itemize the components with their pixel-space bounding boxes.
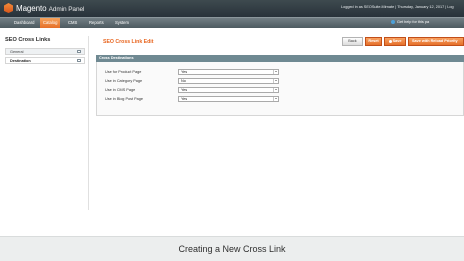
category-page-select[interactable]: No xyxy=(178,77,279,84)
field-label: Use in Blog Post Page xyxy=(105,96,143,101)
save-icon xyxy=(388,39,392,43)
magento-logo-icon xyxy=(4,3,13,13)
cross-destinations-fieldset: Use for Product Page Yes Use in Category… xyxy=(96,62,464,116)
field-label: Use in Category Page xyxy=(105,78,143,83)
tab-state-icon xyxy=(77,59,81,63)
select-value: Yes xyxy=(181,88,188,92)
product-page-select[interactable]: Yes xyxy=(178,68,279,75)
chevron-down-icon xyxy=(273,78,278,83)
form-row-blog-post-page: Use in Blog Post Page Yes xyxy=(97,95,464,103)
tab-state-icon xyxy=(77,50,81,54)
select-value: Yes xyxy=(181,70,188,74)
admin-header: Magento Admin Panel Logged in as SEOSuit… xyxy=(0,0,464,17)
field-label: Use in CMS Page xyxy=(105,87,136,92)
fieldset-title: Cross Destinations xyxy=(99,56,134,60)
logo-brand: Magento xyxy=(16,3,47,13)
sidebar-title: SEO Cross Links xyxy=(5,37,51,43)
video-caption: Creating a New Cross Link xyxy=(178,244,286,254)
form-row-cms-page: Use in CMS Page Yes xyxy=(97,86,464,94)
chevron-down-icon xyxy=(273,69,278,74)
back-button-label: Back xyxy=(348,39,357,43)
header-user-info: Logged in as SEOSuite.Mirnate | Thursday… xyxy=(341,5,454,9)
blog-post-page-select[interactable]: Yes xyxy=(178,95,279,102)
nav-item-reports[interactable]: Reports xyxy=(86,18,107,28)
select-value: Yes xyxy=(181,97,188,101)
main-nav: Dashboard Catalog CMS Reports System Get… xyxy=(0,17,464,28)
sidebar-divider xyxy=(88,36,89,210)
cms-page-select[interactable]: Yes xyxy=(178,86,279,93)
save-button-label: Save xyxy=(392,39,402,43)
select-value: No xyxy=(181,79,186,83)
reset-button[interactable]: Reset xyxy=(365,37,382,46)
magento-logo[interactable]: Magento Admin Panel xyxy=(4,3,84,13)
help-icon xyxy=(391,20,395,24)
form-row-product-page: Use for Product Page Yes xyxy=(97,68,464,76)
nav-item-dashboard[interactable]: Dashboard xyxy=(11,18,38,28)
save-with-reload-priority-button[interactable]: Save with Reload Priority xyxy=(408,37,464,46)
form-row-category-page: Use in Category Page No xyxy=(97,77,464,85)
nav-item-catalog[interactable]: Catalog xyxy=(40,18,61,28)
back-button[interactable]: Back xyxy=(342,37,363,46)
sidebar-tab-label: Destination xyxy=(10,58,31,63)
field-label: Use for Product Page xyxy=(105,69,142,74)
save-reload-button-label: Save with Reload Priority xyxy=(412,39,458,43)
sidebar-tab-label: General xyxy=(10,49,24,54)
help-link[interactable]: Get help for this pa xyxy=(391,20,429,24)
chevron-down-icon xyxy=(273,96,278,101)
sidebar-tab-general[interactable]: General xyxy=(5,48,85,55)
page-title: SEO Cross Link Edit xyxy=(103,39,154,45)
nav-item-system[interactable]: System xyxy=(112,18,132,28)
sidebar-tab-destination[interactable]: Destination xyxy=(5,57,85,64)
nav-item-cms[interactable]: CMS xyxy=(65,18,80,28)
chevron-down-icon xyxy=(273,87,278,92)
logo-subtitle: Admin Panel xyxy=(48,5,85,13)
fieldset-header: Cross Destinations xyxy=(96,55,464,62)
reset-button-label: Reset xyxy=(368,39,379,43)
help-label: Get help for this pa xyxy=(397,20,430,24)
save-button[interactable]: Save xyxy=(384,37,406,46)
video-caption-bar: Creating a New Cross Link xyxy=(0,236,464,261)
